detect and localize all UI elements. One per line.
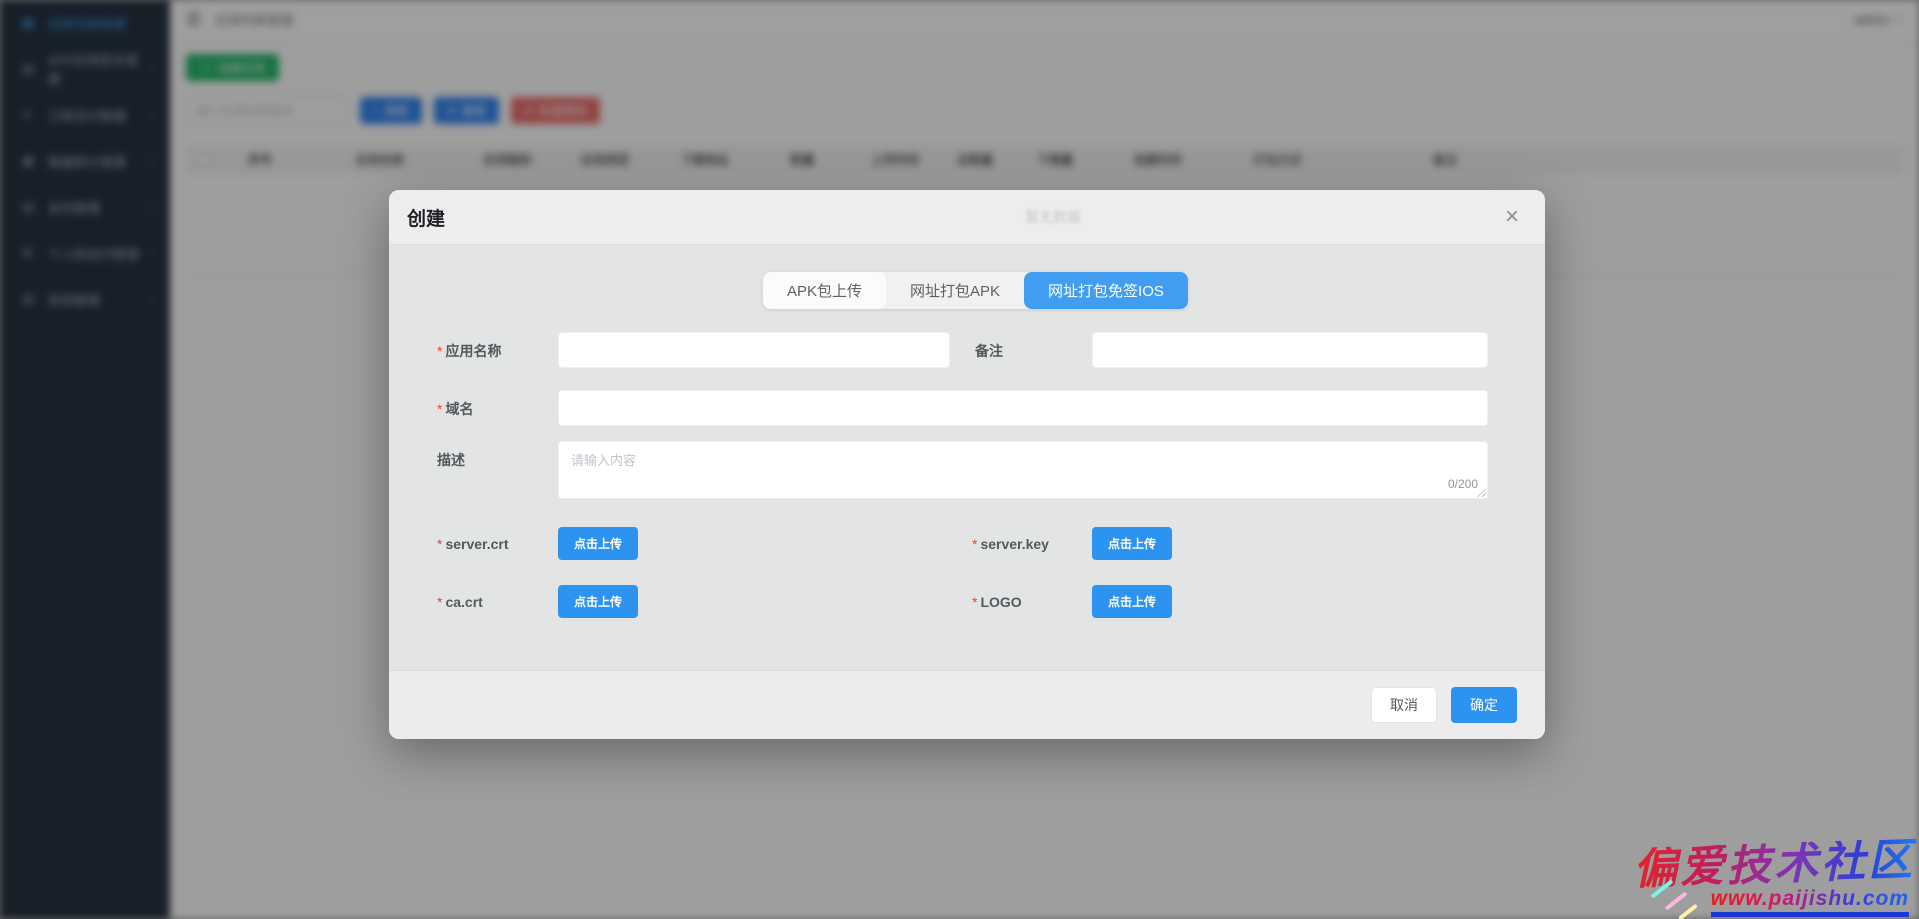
cancel-button[interactable]: 取消: [1371, 687, 1437, 723]
packaging-tab-group: APK包上传 网址打包APK 网址打包免签IOS: [763, 272, 1188, 309]
char-counter: 0/200: [1448, 477, 1478, 491]
tab-apk-upload[interactable]: APK包上传: [763, 272, 886, 309]
remark-input[interactable]: [1092, 332, 1488, 368]
description-label: 描述: [437, 450, 465, 470]
dialog-title: 创建: [407, 204, 445, 231]
server-key-upload-button[interactable]: 点击上传: [1092, 527, 1172, 560]
server-crt-label: *server.crt: [437, 536, 509, 552]
remark-label: 备注: [975, 341, 1003, 361]
required-mark: *: [972, 536, 977, 552]
dialog-footer: 取消 确定: [389, 670, 1545, 739]
logo-upload-button[interactable]: 点击上传: [1092, 585, 1172, 618]
ca-crt-label-text: ca.crt: [445, 594, 482, 610]
server-key-label: *server.key: [972, 536, 1049, 552]
dialog-header: 创建 暂无数据 ×: [389, 190, 1545, 245]
server-crt-label-text: server.crt: [445, 536, 508, 552]
resize-grip-icon[interactable]: [1476, 487, 1486, 497]
logo-label: *LOGO: [972, 594, 1022, 610]
description-field: 0/200: [558, 441, 1488, 499]
background-bleed-text: 暂无数据: [1025, 207, 1081, 227]
domain-label: *域名: [437, 399, 473, 419]
server-key-label-text: server.key: [980, 536, 1049, 552]
required-mark: *: [437, 594, 442, 610]
app-name-label-text: 应用名称: [445, 343, 501, 359]
required-mark: *: [972, 594, 977, 610]
app-root: ▦ 应用列表管理 ▤ APP应用签名管理 ∨ ✈ 订单支付管理 ∨ ▣ 数据统计…: [0, 0, 1919, 919]
app-name-input[interactable]: [558, 332, 950, 368]
domain-input[interactable]: [558, 390, 1488, 426]
tab-url-ios[interactable]: 网址打包免签IOS: [1024, 272, 1188, 309]
tab-url-apk[interactable]: 网址打包APK: [886, 272, 1024, 309]
required-mark: *: [437, 536, 442, 552]
description-textarea[interactable]: [558, 441, 1488, 499]
domain-label-text: 域名: [445, 401, 473, 417]
required-mark: *: [437, 343, 442, 359]
ca-crt-upload-button[interactable]: 点击上传: [558, 585, 638, 618]
server-crt-upload-button[interactable]: 点击上传: [558, 527, 638, 560]
create-dialog: 创建 暂无数据 × APK包上传 网址打包APK 网址打包免签IOS *应用名称…: [389, 190, 1545, 739]
dialog-body: APK包上传 网址打包APK 网址打包免签IOS *应用名称 备注 *域名 描述…: [389, 245, 1545, 670]
required-mark: *: [437, 401, 442, 417]
ca-crt-label: *ca.crt: [437, 594, 483, 610]
app-name-label: *应用名称: [437, 341, 501, 361]
close-icon[interactable]: ×: [1497, 203, 1527, 231]
confirm-button[interactable]: 确定: [1451, 687, 1517, 723]
logo-label-text: LOGO: [980, 594, 1021, 610]
